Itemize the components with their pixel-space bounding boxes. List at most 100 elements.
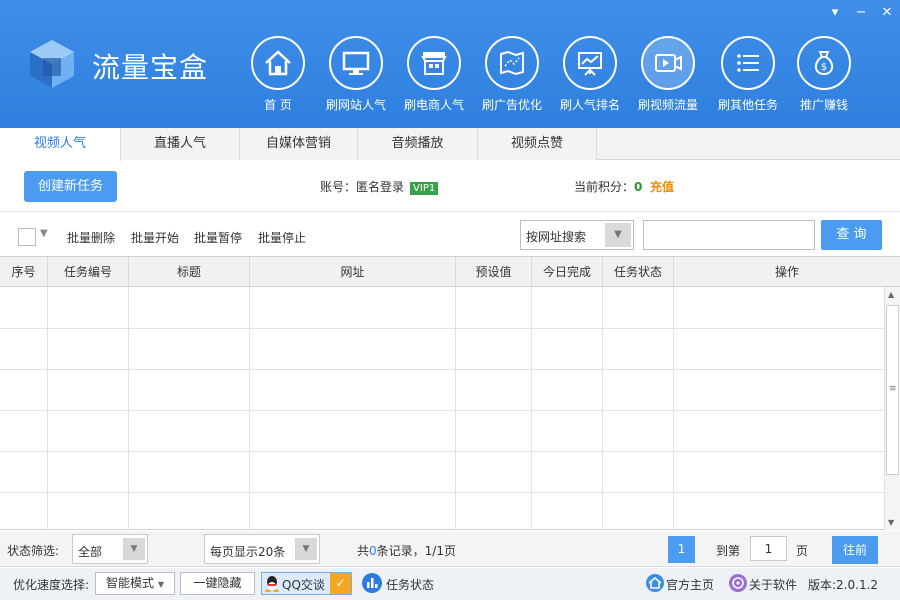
store-icon [407, 36, 461, 90]
nav-label: 刷视频流量 [637, 98, 698, 112]
header-bar: 流量宝盒 ▾ − ✕ 首 页 刷网站人气 刷电商人气 刷广告优化 刷人气排名 刷… [0, 0, 900, 128]
status-filter-value: 全部 [78, 545, 103, 559]
home-icon [251, 36, 305, 90]
column-header[interactable]: 操作 [674, 257, 900, 287]
qq-penguin-icon [265, 576, 279, 592]
search-type-value: 按网址搜索 [526, 230, 587, 244]
about-icon [729, 574, 747, 592]
records-summary: 共0条记录，1/1页 [357, 542, 456, 559]
nav-label: 刷人气排名 [559, 98, 620, 112]
app-title: 流量宝盒 [92, 51, 209, 84]
column-header[interactable]: 预设值 [456, 257, 532, 287]
select-all-checkbox[interactable] [18, 228, 36, 246]
tab-self-media[interactable]: 自媒体营销 [240, 128, 358, 160]
nav-promote-earn[interactable]: $ 推广赚钱 [786, 36, 862, 113]
chevron-down-icon: ▼ [123, 538, 145, 560]
column-header[interactable]: 标题 [129, 257, 250, 287]
nav-website-traffic[interactable]: 刷网站人气 [318, 36, 394, 113]
query-button[interactable]: 查 询 [821, 220, 882, 250]
home-icon [646, 574, 664, 592]
column-header[interactable]: 序号 [0, 257, 48, 287]
batch-pause-button[interactable]: 批量暂停 [194, 229, 242, 246]
official-homepage-link[interactable]: 官方主页 [666, 576, 714, 593]
grid-line [0, 328, 884, 329]
minimize-icon[interactable]: − [852, 4, 870, 22]
goto-label: 到第 [716, 544, 741, 558]
column-header[interactable]: 网址 [250, 257, 456, 287]
status-filter-label: 状态筛选: [7, 544, 60, 558]
batch-stop-button[interactable]: 批量停止 [258, 229, 306, 246]
create-task-button[interactable]: 创建新任务 [24, 171, 117, 202]
points-value: 0 [634, 180, 643, 194]
task-status-link[interactable]: 任务状态 [386, 576, 434, 593]
records-count: 0 [369, 544, 377, 558]
close-icon[interactable]: ✕ [878, 4, 896, 22]
batch-toolbar: ▼ 批量删除 批量开始 批量暂停 批量停止 按网址搜索 ▼ 查 询 [0, 220, 900, 252]
grid-line [602, 287, 603, 530]
grid-line [0, 492, 884, 493]
records-prefix: 共 [357, 544, 370, 558]
chevron-down-icon: ▼ [605, 223, 631, 247]
points-label: 当前积分： [574, 180, 635, 194]
video-icon [641, 36, 695, 90]
goto-page-button[interactable]: 往前 [832, 536, 878, 564]
account-label: 账号： [320, 180, 357, 194]
check-icon: ✓ [330, 573, 351, 594]
batch-delete-button[interactable]: 批量删除 [67, 229, 115, 246]
grip-icon: ≡ [889, 384, 897, 394]
grid-line [0, 369, 884, 370]
vertical-scrollbar[interactable]: ▲ ≡ ▼ [884, 287, 900, 530]
tab-bar: 视频人气 直播人气 自媒体营销 音频播放 视频点赞 [0, 128, 900, 161]
table-header: 序号 任务编号 标题 网址 预设值 今日完成 任务状态 操作 [0, 257, 900, 287]
scroll-down-icon[interactable]: ▼ [888, 518, 894, 527]
nav-video-traffic[interactable]: 刷视频流量 [630, 36, 706, 113]
speed-mode-select[interactable]: 智能模式 ▼ [95, 572, 175, 595]
page-size-select[interactable]: 每页显示20条 ▼ [204, 534, 320, 564]
nav-ecommerce[interactable]: 刷电商人气 [396, 36, 472, 113]
grid-line [673, 287, 674, 530]
search-input[interactable] [643, 220, 815, 250]
goto-page-input[interactable]: 1 [750, 536, 787, 561]
current-page-button[interactable]: 1 [668, 536, 695, 563]
recharge-link[interactable]: 充值 [650, 180, 674, 194]
scroll-up-icon[interactable]: ▲ [888, 290, 894, 299]
search-type-select[interactable]: 按网址搜索 ▼ [520, 220, 634, 250]
page-unit-label: 页 [796, 544, 809, 558]
nav-label: 刷网站人气 [325, 98, 386, 112]
map-icon [485, 36, 539, 90]
nav-ad-optimization[interactable]: 刷广告优化 [474, 36, 550, 113]
nav-label: 首 页 [264, 98, 292, 112]
tab-live-popularity[interactable]: 直播人气 [121, 128, 240, 160]
nav-label: 刷广告优化 [481, 98, 542, 112]
qq-chat-button[interactable]: QQ交谈 ✓ [261, 572, 352, 595]
status-filter-select[interactable]: 全部 ▼ [72, 534, 148, 564]
chevron-down-icon: ▼ [157, 580, 164, 589]
records-suffix: 条记录，1/1页 [376, 544, 456, 558]
logo-cube-icon [30, 40, 74, 88]
tab-video-popularity[interactable]: 视频人气 [0, 128, 121, 161]
nav-label: 刷其他任务 [717, 98, 778, 112]
batch-start-button[interactable]: 批量开始 [131, 229, 179, 246]
menu-dropdown-icon[interactable]: ▾ [826, 4, 844, 22]
tab-audio-play[interactable]: 音频播放 [358, 128, 478, 160]
nav-label: 刷电商人气 [403, 98, 464, 112]
money-bag-icon: $ [797, 36, 851, 90]
points-info: 当前积分：0 充值 [574, 178, 674, 195]
grid-line [531, 287, 532, 530]
grid-line [0, 451, 884, 452]
nav-ranking[interactable]: 刷人气排名 [552, 36, 628, 113]
chevron-down-icon: ▼ [295, 538, 317, 560]
chevron-down-icon[interactable]: ▼ [40, 228, 48, 239]
nav-home[interactable]: 首 页 [240, 36, 316, 113]
scroll-thumb[interactable]: ≡ [886, 305, 899, 475]
about-software-link[interactable]: 关于软件 [749, 576, 797, 593]
grid-line [128, 287, 129, 530]
svg-text:$: $ [821, 62, 827, 73]
column-header[interactable]: 今日完成 [532, 257, 603, 287]
column-header[interactable]: 任务状态 [603, 257, 674, 287]
one-click-hide-button[interactable]: 一键隐藏 [180, 572, 255, 595]
column-header[interactable]: 任务编号 [48, 257, 129, 287]
nav-other-tasks[interactable]: 刷其他任务 [710, 36, 786, 113]
nav-label: 推广赚钱 [799, 98, 848, 112]
tab-video-likes[interactable]: 视频点赞 [478, 128, 597, 160]
